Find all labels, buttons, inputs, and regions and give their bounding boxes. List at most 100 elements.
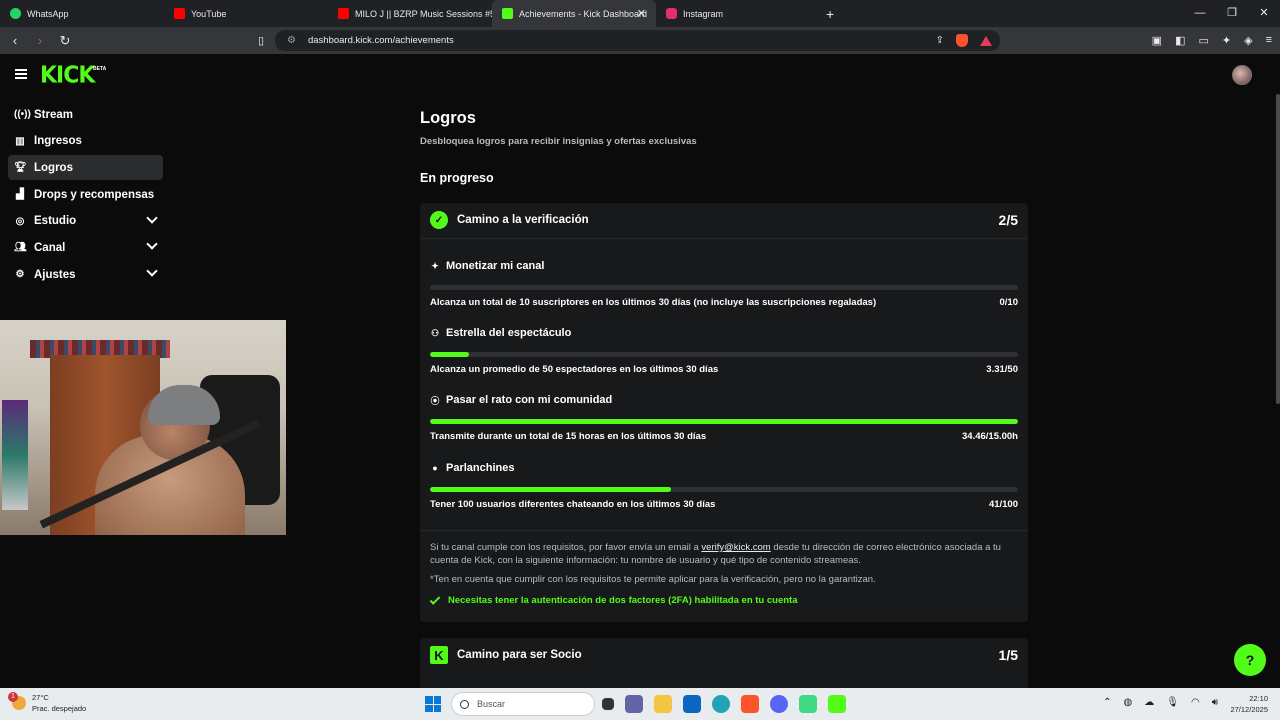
- progress-bar: [430, 419, 1018, 424]
- task-view-icon[interactable]: [602, 698, 614, 710]
- brave-icon[interactable]: [741, 695, 759, 713]
- minimize-icon[interactable]: —: [1184, 0, 1216, 27]
- tab-whatsapp[interactable]: WhatsApp: [0, 0, 164, 27]
- scrollbar[interactable]: [1276, 94, 1280, 404]
- avatar[interactable]: [1232, 65, 1252, 85]
- chat-icon: ●: [432, 463, 438, 473]
- wifi-icon[interactable]: ◠: [1191, 697, 1200, 708]
- progress-bar: [430, 285, 1018, 290]
- divider: [420, 238, 1028, 239]
- tab-music-session[interactable]: MILO J || BZRP Music Sessions #57/66: [328, 0, 492, 27]
- broadcast-icon: ⦿: [430, 395, 440, 406]
- progress-fill: [430, 352, 469, 357]
- verification-card: ✓ Camino a la verificación 2/5 ✦ Monetiza…: [420, 203, 1028, 622]
- sidebar-item-ajustes[interactable]: ⚙ Ajustes: [8, 262, 163, 287]
- onedrive-icon[interactable]: ☁: [1144, 697, 1154, 708]
- microphone-icon[interactable]: 🎙︎: [1166, 697, 1179, 708]
- network-icon[interactable]: ◍: [1124, 697, 1133, 708]
- twofa-requirement: Necesitas tener la autenticación de dos …: [429, 593, 798, 606]
- forward-icon[interactable]: ›: [30, 33, 50, 48]
- card-title: Camino para ser Socio: [457, 649, 582, 661]
- url-text: dashboard.kick.com/achievements: [307, 35, 454, 46]
- maximize-icon[interactable]: ❐: [1216, 0, 1248, 27]
- trophy-icon: 🏆︎: [14, 162, 27, 174]
- file-explorer-icon[interactable]: [654, 695, 672, 713]
- sidebar: ((•)) Stream ▥ Ingresos 🏆︎ Logros ▟ Drops y …: [8, 102, 163, 289]
- tab-instagram[interactable]: Instagram: [656, 0, 820, 27]
- discord-icon[interactable]: [770, 695, 788, 713]
- store-icon[interactable]: [683, 695, 701, 713]
- task-monetizar: ✦ Monetizar mi canal Alcanza un total de …: [430, 260, 1018, 308]
- reload-icon[interactable]: ↻: [55, 33, 75, 49]
- system-tray: ⌃ ◍ ☁ 🎙︎ ◠ 🔊︎: [1103, 697, 1218, 708]
- clock[interactable]: 22:10 27/12/2025: [1230, 693, 1268, 715]
- address-bar[interactable]: ⚙ dashboard.kick.com/achievements ⇪: [275, 30, 1000, 51]
- hamburger-menu-icon[interactable]: [15, 69, 27, 81]
- support-chat-button[interactable]: ?: [1234, 644, 1266, 676]
- search-icon: [460, 699, 469, 709]
- verify-email-link[interactable]: verify@kick.com: [701, 542, 770, 553]
- progress-bar: [430, 352, 1018, 357]
- window-controls: — ❐ ✕: [1184, 0, 1280, 27]
- chevron-down-icon: [146, 238, 158, 251]
- kick-logo[interactable]: KICK: [40, 62, 95, 88]
- sidebar-item-drops[interactable]: ▟ Drops y recompensas: [8, 182, 163, 207]
- close-tab-icon[interactable]: ✕: [637, 7, 646, 20]
- gift-icon: ▟: [16, 189, 24, 201]
- chevron-up-icon[interactable]: ⌃: [1103, 697, 1111, 708]
- sidebar-item-ingresos[interactable]: ▥ Ingresos: [8, 129, 163, 154]
- bookmark-icon[interactable]: ▯: [258, 34, 264, 47]
- card-header[interactable]: K Camino para ser Socio 1/5: [430, 646, 1018, 664]
- site-info-icon[interactable]: ⚙: [287, 35, 296, 46]
- card-header[interactable]: ✓ Camino a la verificación 2/5: [430, 211, 1018, 229]
- disclaimer-note: *Ten en cuenta que cumplir con los requi…: [430, 574, 876, 585]
- broadcast-icon: ((•)): [14, 109, 31, 120]
- task-parlanchines: ● Parlanchines Tener 100 usuarios diferen…: [430, 462, 1018, 510]
- notification-badge: 1: [8, 692, 18, 702]
- android-app-icon[interactable]: [799, 695, 817, 713]
- webcam-overlay: [0, 320, 286, 535]
- taskbar-apps: [602, 695, 846, 713]
- brave-shield-icon[interactable]: [956, 34, 968, 47]
- reader-icon[interactable]: ▣: [1152, 34, 1162, 47]
- tab-kick-dashboard[interactable]: Achievements - Kick Dashboard ✕: [492, 0, 656, 27]
- sidebar-item-estudio[interactable]: ◎ Estudio: [8, 209, 163, 234]
- tab-youtube[interactable]: YouTube: [164, 0, 328, 27]
- wallet-icon[interactable]: ▭: [1198, 34, 1208, 47]
- vpn-icon[interactable]: ◈: [1244, 34, 1252, 47]
- taskbar-search[interactable]: Buscar: [451, 692, 595, 716]
- edge-icon[interactable]: [712, 695, 730, 713]
- sidebar-item-stream[interactable]: ((•)) Stream: [8, 102, 163, 127]
- chevron-down-icon: [146, 212, 158, 224]
- kick-dashboard-page: KICK BETA ((•)) Stream ▥ Ingresos 🏆︎ Logros…: [0, 54, 1280, 688]
- whatsapp-icon: [10, 8, 21, 19]
- task-estrella: ⚇ Estrella del espectáculo Alcanza un pro…: [430, 327, 1018, 375]
- sun-icon: 1: [8, 692, 26, 710]
- browser-tab-bar: WhatsApp YouTube MILO J || BZRP Music Se…: [0, 0, 1280, 27]
- progress-fill: [430, 419, 1018, 424]
- windows-start-icon[interactable]: [425, 696, 441, 712]
- kick-studio-icon[interactable]: [828, 695, 846, 713]
- back-icon[interactable]: ‹: [5, 33, 25, 48]
- sidebar-item-logros[interactable]: 🏆︎ Logros: [8, 155, 163, 181]
- brave-rewards-icon[interactable]: [980, 35, 992, 46]
- star-people-icon: ⚇: [430, 327, 440, 338]
- youtube-icon: [174, 8, 185, 19]
- share-icon[interactable]: ⇪: [936, 35, 944, 46]
- volume-icon[interactable]: 🔊︎: [1212, 697, 1218, 708]
- close-window-icon[interactable]: ✕: [1248, 0, 1280, 27]
- card-title: Camino a la verificación: [457, 214, 589, 226]
- menu-icon[interactable]: ≡: [1266, 34, 1272, 47]
- sidebar-toggle-icon[interactable]: ◧: [1175, 34, 1185, 47]
- leo-icon[interactable]: ✦: [1222, 34, 1231, 47]
- teams-icon[interactable]: [625, 695, 643, 713]
- verification-note: Si tu canal cumple con los requisitos, p…: [430, 542, 1001, 566]
- page-title: Logros: [420, 109, 476, 127]
- new-tab-button[interactable]: +: [826, 6, 834, 22]
- task-pasar-rato: ⦿ Pasar el rato con mi comunidad Transmit…: [430, 394, 1018, 442]
- kick-icon: [502, 8, 513, 19]
- chart-icon: ▥: [15, 135, 25, 147]
- weather-widget[interactable]: 1 27°C Prac. despejado: [8, 692, 86, 714]
- sidebar-item-canal[interactable]: 👥︎ Canal: [8, 235, 163, 260]
- windows-taskbar: 1 27°C Prac. despejado Buscar ⌃ ◍ ☁ 🎙︎ ◠ …: [0, 688, 1280, 720]
